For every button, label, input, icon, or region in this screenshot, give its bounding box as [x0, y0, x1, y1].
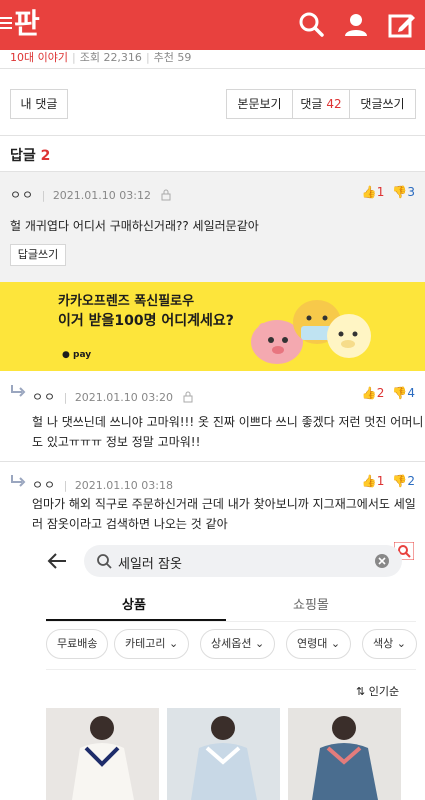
- comment-text-line: 헐 나 댓쓰닌데 쓰니야 고마워!!! 옷 진짜 이쁘다 쓰니 좋겠다 저런 멋…: [32, 415, 424, 429]
- lock-icon: [183, 391, 192, 403]
- user-icon[interactable]: [341, 10, 371, 40]
- pay-logo: ● pay: [62, 350, 92, 360]
- clear-icon: [375, 554, 389, 568]
- category-label[interactable]: 10대 이야기: [10, 51, 68, 64]
- filter-chip: 색상 ⌄: [362, 629, 417, 659]
- reply-arrow-icon: [11, 475, 26, 487]
- product-image: [167, 708, 280, 800]
- sort-label: ⇅ 인기순: [356, 685, 400, 698]
- embedded-tab-shops: 쇼핑몰: [293, 598, 329, 613]
- view-count: 조회 22,316: [79, 51, 142, 64]
- product-image: [288, 708, 401, 800]
- comment-text: 헐 개귀엽다 어디서 구매하신거래?? 세일러문같아: [10, 219, 259, 233]
- downvote-button[interactable]: 👎3: [392, 185, 415, 199]
- replies-title: 답글 2: [10, 145, 50, 165]
- sort-label-text: 인기순: [368, 685, 400, 698]
- my-comments-button[interactable]: 내 댓글: [10, 89, 68, 119]
- filter-chip: 연령대 ⌄: [286, 629, 352, 659]
- comment-text-line: 러 잠옷이라고 검색하면 나오는 것 같아: [32, 517, 228, 531]
- upvote-count: 2: [376, 386, 385, 400]
- write-icon[interactable]: [387, 10, 417, 40]
- filter-chip: 카테고리 ⌄: [114, 629, 190, 659]
- comments-count: 42: [326, 97, 342, 111]
- upvote-count: 1: [376, 474, 385, 488]
- menu-icon[interactable]: [0, 14, 14, 34]
- reply-arrow-icon: [11, 385, 26, 397]
- post-meta: 10대 이야기 | 조회 22,316 | 추천 59: [10, 51, 192, 64]
- comments-button[interactable]: 댓글 42: [293, 90, 350, 118]
- comment-author: ㅇㅇ: [32, 478, 57, 492]
- ad-title: 카카오프렌즈 폭신필로우: [58, 294, 195, 309]
- embedded-search-text: 세일러 잠옷: [118, 557, 182, 572]
- embedded-tab-products: 상품: [122, 598, 146, 613]
- filter-chip-label: 상세옵션: [211, 637, 252, 650]
- comment-item: ㅇㅇ | 2021.01.10 03:20 👍2 👎4 헐 나 댓쓰닌데 쓰니야 …: [0, 372, 425, 460]
- downvote-button[interactable]: 👎4: [392, 386, 415, 400]
- view-post-button[interactable]: 본문보기: [227, 90, 293, 118]
- search-icon[interactable]: [297, 10, 327, 40]
- product-image: [46, 708, 159, 800]
- comment-date: 2021.01.10 03:12: [52, 189, 151, 202]
- character-pillow-image: [251, 300, 371, 364]
- back-arrow-icon: [47, 553, 66, 569]
- replies-title-label: 답글: [10, 148, 36, 164]
- filter-chip: 무료배송: [46, 629, 109, 659]
- pay-brand: pay: [73, 350, 92, 360]
- comment-text-line: 도 있고ㅠㅠㅠ 정보 정말 고마워!!: [32, 435, 201, 449]
- upvote-button[interactable]: 👍1: [362, 474, 385, 488]
- recommend-count: 추천 59: [153, 51, 192, 64]
- downvote-button[interactable]: 👎2: [392, 474, 415, 488]
- ad-subtitle: 이거 받을100명 어디계세요?: [58, 313, 234, 329]
- lock-icon: [161, 189, 170, 201]
- comment-date: 2021.01.10 03:18: [74, 479, 173, 492]
- comment-author: ㅇㅇ: [10, 188, 35, 202]
- upvote-button[interactable]: 👍1: [362, 185, 385, 199]
- downvote-count: 4: [407, 386, 415, 400]
- replies-count: 2: [40, 148, 51, 164]
- search-icon: [97, 554, 112, 569]
- write-comment-button[interactable]: 댓글쓰기: [350, 90, 415, 118]
- comment-item: ㅇㅇ | 2021.01.10 03:12 👍1 👎3 헐 개귀엽다 어디서 구매…: [0, 172, 425, 282]
- filter-chip: 상세옵션 ⌄: [200, 629, 276, 659]
- upvote-count: 1: [376, 185, 385, 199]
- filter-chip-label: 연령대: [297, 637, 328, 650]
- downvote-count: 3: [407, 185, 415, 199]
- comment-item: ㅇㅇ | 2021.01.10 03:18 👍1 👎2 엄마가 해외 직구로 주문…: [0, 462, 425, 534]
- logo[interactable]: 판: [14, 6, 40, 42]
- comment-author: ㅇㅇ: [32, 390, 57, 404]
- downvote-count: 2: [407, 474, 415, 488]
- top-bar: 판: [0, 0, 425, 50]
- comment-date: 2021.01.10 03:20: [74, 391, 173, 404]
- reply-button[interactable]: 답글쓰기: [10, 244, 66, 266]
- filter-chip-label: 카테고리: [125, 637, 166, 650]
- comment-actions: 본문보기 댓글 42 댓글쓰기: [226, 89, 416, 119]
- comments-label: 댓글: [300, 97, 323, 111]
- filter-chip-label: 색상: [373, 637, 394, 650]
- comment-text-line: 엄마가 해외 직구로 주문하신거래 근데 내가 찾아보니까 지그재그에서도 세일: [32, 497, 416, 511]
- upvote-button[interactable]: 👍2: [362, 386, 385, 400]
